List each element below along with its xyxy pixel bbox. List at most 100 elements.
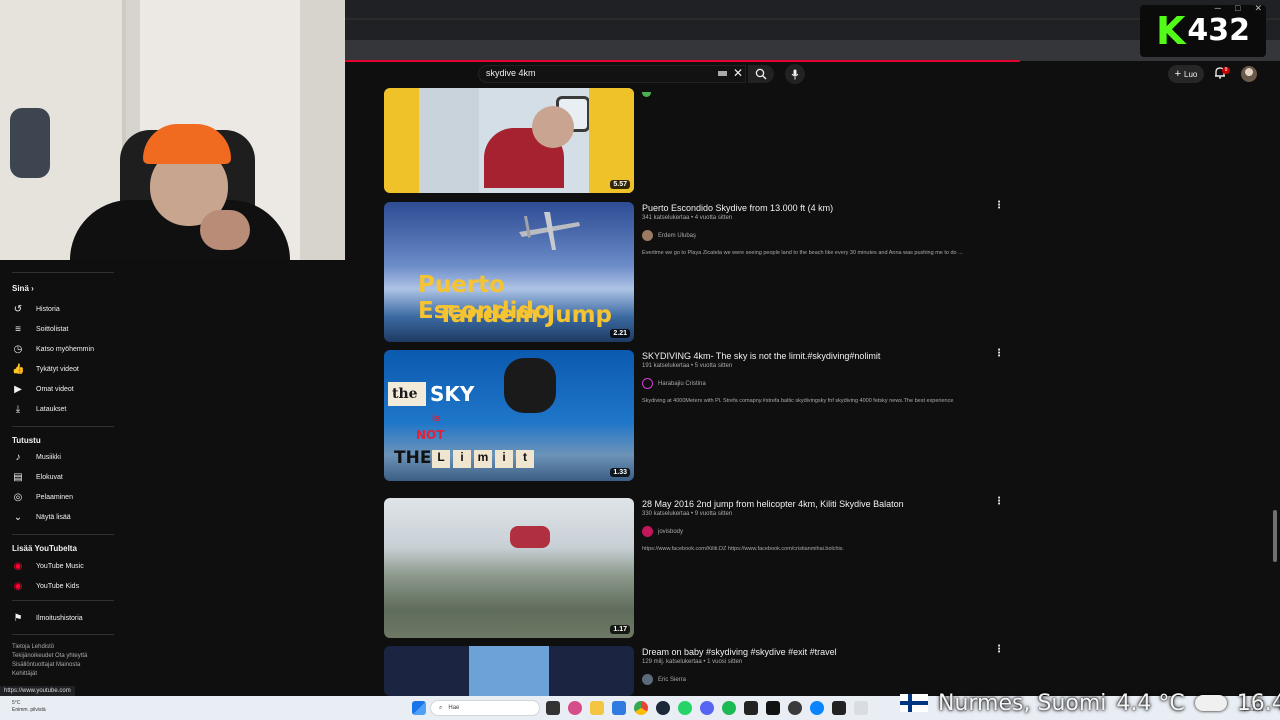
keyboard-icon[interactable] — [718, 71, 727, 76]
channel-avatar — [642, 674, 653, 685]
whatsapp-icon[interactable] — [678, 701, 692, 715]
thumbnail-text: SKY — [430, 382, 475, 406]
minimize-icon[interactable]: ─ — [1215, 3, 1221, 14]
close-window-icon[interactable]: ✕ — [1254, 3, 1262, 14]
sidebar-item-history[interactable]: ↺ Historia — [8, 299, 116, 319]
file-explorer-icon[interactable] — [590, 701, 604, 715]
sidebar-item-show-more[interactable]: ⌄ Näytä lisää — [8, 507, 116, 527]
app-icon[interactable] — [788, 701, 802, 715]
sidebar-item-liked[interactable]: 👍 Tykätyt videot — [8, 359, 116, 379]
watch-later-icon: ◷ — [13, 343, 23, 355]
video-description: https://www.facebook.com/Kiliti.DZ https… — [642, 546, 845, 552]
video-title[interactable]: SKYDIVING 4km- The sky is not the limit.… — [642, 351, 880, 361]
voice-search-button[interactable] — [785, 64, 805, 84]
notification-badge: 9 — [1222, 67, 1230, 74]
copilot-icon[interactable] — [568, 701, 582, 715]
channel-row[interactable]: Erdem Ulubaş — [642, 230, 696, 241]
sidebar-item-movies[interactable]: ▤ Elokuvat — [8, 467, 116, 487]
video-thumbnail[interactable]: 5.57 — [384, 88, 634, 193]
skydiver-graphic — [510, 526, 550, 548]
capcut-icon[interactable] — [766, 701, 780, 715]
task-view-icon[interactable] — [546, 701, 560, 715]
thumbnail-text: is — [432, 414, 441, 424]
channel-row[interactable]: Eric Sierra — [642, 674, 686, 685]
weather-location: Nurmes, Suomi — [938, 690, 1107, 716]
footer-line[interactable]: Sisällöntuottajat Mainosta — [12, 661, 112, 670]
search-query-text[interactable]: skydive 4km — [486, 68, 536, 78]
sidebar-divider — [12, 534, 114, 535]
video-thumbnail[interactable]: 1.17 — [384, 498, 634, 638]
skydivers-graphic — [504, 358, 556, 413]
more-actions-icon[interactable]: ⋮ — [994, 644, 1004, 655]
sidebar-item-playlists[interactable]: ≡ Soittolistat — [8, 319, 116, 339]
taskbar-weather[interactable]: 5°C Enimm. pilvistä — [12, 700, 46, 714]
sidebar-section-you[interactable]: Sinä › — [12, 284, 34, 293]
like-icon: 👍 — [12, 363, 25, 375]
footer-line[interactable]: Kehittäjät — [12, 670, 112, 679]
account-avatar[interactable] — [1241, 66, 1257, 82]
window-controls: ─ □ ✕ — [1215, 3, 1262, 14]
app-icon[interactable] — [810, 701, 824, 715]
video-thumbnail[interactable] — [384, 646, 634, 696]
video-duration: 1.33 — [610, 468, 630, 477]
sidebar-item-youtube-music[interactable]: ◉ YouTube Music — [8, 556, 116, 576]
movie-icon: ▤ — [13, 471, 23, 483]
video-title[interactable]: 28 May 2016 2nd jump from helicopter 4km… — [642, 499, 904, 509]
taskbar-search[interactable]: ⌕ Hae — [430, 700, 540, 716]
video-thumbnail[interactable]: the SKY is NOT THE L i m i t 1.33 — [384, 350, 634, 481]
kick-logo-letter: K — [1155, 9, 1186, 53]
logo-number: 432 — [1187, 13, 1251, 48]
spotify-icon[interactable] — [722, 701, 736, 715]
video-duration: 5.57 — [610, 180, 630, 189]
chevron-down-icon: ⌄ — [13, 511, 23, 523]
sidebar-divider — [12, 272, 114, 273]
footer-line[interactable]: Tietoja Lehdistö — [12, 643, 112, 652]
finland-flag-icon — [900, 694, 928, 712]
create-button[interactable]: + Luo — [1168, 65, 1204, 83]
more-actions-icon[interactable]: ⋮ — [994, 200, 1004, 211]
more-actions-icon[interactable]: ⋮ — [994, 348, 1004, 359]
video-meta: 330 katselukertaa • 9 vuotta sitten — [642, 511, 733, 517]
more-actions-icon[interactable]: ⋮ — [994, 496, 1004, 507]
youtube-music-icon: ◉ — [13, 560, 23, 572]
thumbnail-text: NOT — [416, 428, 445, 442]
search-button[interactable] — [748, 65, 774, 83]
video-title[interactable]: Puerto Escondido Skydive from 13.000 ft … — [642, 203, 833, 213]
mail-icon[interactable] — [612, 701, 626, 715]
channel-row[interactable]: jovisbody — [642, 526, 683, 537]
steam-icon[interactable] — [656, 701, 670, 715]
maximize-icon[interactable]: □ — [1235, 3, 1240, 14]
youtube-kids-icon: ◉ — [13, 580, 23, 592]
app-icon[interactable] — [832, 701, 846, 715]
sidebar-item-report-history[interactable]: ⚑ Ilmoitushistoria — [8, 608, 116, 628]
windows-start-icon[interactable] — [412, 701, 426, 715]
video-title[interactable]: Dream on baby #skydiving #skydive #exit … — [642, 647, 837, 657]
sidebar-item-youtube-kids[interactable]: ◉ YouTube Kids — [8, 576, 116, 596]
thumbnail-text: THE — [394, 448, 432, 468]
video-meta: 341 katselukertaa • 4 vuotta sitten — [642, 215, 733, 221]
sidebar-item-your-videos[interactable]: ▶ Omat videot — [8, 379, 116, 399]
discord-icon[interactable] — [700, 701, 714, 715]
sidebar-item-watch-later[interactable]: ◷ Katso myöhemmin — [8, 339, 116, 359]
chrome-icon[interactable] — [634, 701, 648, 715]
video-meta: 129 milj. katselukertaa • 1 vuosi sitten — [642, 659, 743, 665]
history-icon: ↺ — [13, 303, 23, 315]
sidebar-item-music[interactable]: ♪ Musiikki — [8, 447, 116, 467]
weather-overlay: Nurmes, Suomi 4.4 °C 16.42 — [900, 688, 1280, 718]
obs-icon[interactable] — [744, 701, 758, 715]
sidebar-item-gaming[interactable]: ◎ Pelaaminen — [8, 487, 116, 507]
weather-time: 16.42 — [1236, 690, 1280, 716]
sidebar-item-downloads[interactable]: ⤓ Lataukset — [8, 399, 116, 419]
channel-row[interactable]: Harabajiu Cristina — [642, 378, 706, 389]
clear-search-icon[interactable]: ✕ — [733, 66, 743, 80]
page-scrollbar[interactable] — [1273, 510, 1277, 562]
video-meta: 191 katselukertaa • 5 vuotta sitten — [642, 363, 733, 369]
sidebar-divider — [12, 634, 114, 635]
footer-line[interactable]: Tekijänoikeudet Ota yhteyttä — [12, 652, 112, 661]
channel-avatar — [642, 378, 653, 389]
cloud-icon — [1194, 695, 1227, 711]
video-description: Skydiving at 4000Meters with Pl. Strefa … — [642, 398, 954, 404]
webcam-overlay — [0, 0, 345, 260]
app-icon[interactable] — [854, 701, 868, 715]
video-thumbnail[interactable]: Puerto Escondido Tandem Jump 2.21 — [384, 202, 634, 342]
